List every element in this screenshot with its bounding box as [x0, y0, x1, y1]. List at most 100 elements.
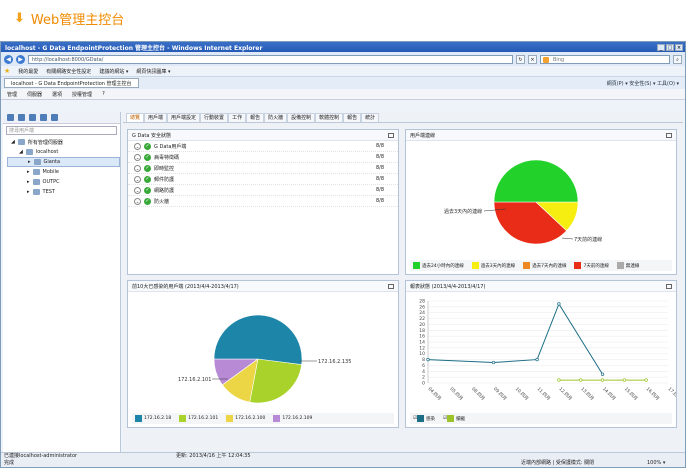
- status-row[interactable]: ⌄ ✓ 網路防護 8/8: [128, 185, 398, 196]
- x-tick-label: 10.四月: [514, 386, 530, 402]
- maximize-panel-icon[interactable]: [666, 283, 672, 289]
- maximize-panel-icon[interactable]: [666, 132, 672, 138]
- chevron-down-icon[interactable]: ⌄: [134, 197, 141, 205]
- x-tick-label: 11.四月: [536, 386, 552, 402]
- address-input[interactable]: http://localhost:8000/GData/: [28, 54, 513, 64]
- maximize-panel-icon[interactable]: [388, 283, 394, 289]
- maximize-icon[interactable]: □: [666, 43, 674, 51]
- tree-node[interactable]: ▸ OUTPC: [7, 177, 120, 187]
- legend-swatch: [179, 415, 187, 422]
- status-row[interactable]: ⌄ ✓ 即時監控 8/8: [128, 163, 398, 174]
- back-icon[interactable]: ◀: [4, 54, 13, 64]
- chevron-down-icon[interactable]: ⌄: [134, 142, 141, 150]
- data-point: [600, 378, 605, 382]
- refresh-icon[interactable]: ↻: [516, 54, 525, 64]
- status-row[interactable]: ⌄ ✓ 病毒特徵碼 8/8: [128, 152, 398, 163]
- favorites-label[interactable]: 我的最愛: [18, 68, 38, 75]
- y-tick-label: 0: [422, 381, 425, 387]
- tab-device-control[interactable]: 設備控制: [287, 113, 316, 122]
- maximize-panel-icon[interactable]: [388, 132, 394, 138]
- fav-item[interactable]: 網頁快訊圖庫 ▾: [136, 68, 170, 75]
- pie-label-101: 172.16.2.101: [178, 377, 211, 383]
- x-tick-label: 04.四月: [427, 386, 443, 402]
- legend-swatch: [574, 262, 582, 269]
- page-status: 完成: [4, 460, 15, 466]
- window-title: localhost - G Data EndpointProtection 管理…: [5, 44, 263, 52]
- pie-label-3days: 過去3天內的連線: [444, 208, 482, 215]
- menu-item[interactable]: 伺服器: [27, 91, 42, 98]
- tree-node[interactable]: ▸ TEST: [7, 187, 120, 197]
- tab-software-control[interactable]: 軟體控制: [315, 113, 344, 122]
- y-tick-label: 10: [419, 351, 425, 357]
- browser-tools[interactable]: 網頁(P) ▾ 安全性(S) ▾ 工具(O) ▾: [607, 80, 685, 87]
- delete-tool-icon[interactable]: [40, 114, 47, 121]
- infected-clients-panel: 前10大已感染的用戶端 (2013/4/4-2013/4/17) 172.16.…: [127, 280, 399, 428]
- collapse-icon[interactable]: ▸: [28, 159, 31, 165]
- fav-item[interactable]: 有關網路安全性設定: [46, 68, 91, 75]
- expand-icon[interactable]: ◢: [19, 149, 23, 155]
- zoom-level[interactable]: 100% ▾: [647, 460, 665, 467]
- minimize-icon[interactable]: _: [657, 43, 665, 51]
- collapse-icon[interactable]: ▸: [27, 179, 30, 185]
- data-point: [644, 378, 648, 382]
- menu-item[interactable]: ?: [102, 91, 105, 97]
- group-icon: [32, 189, 40, 195]
- browser-tab[interactable]: localhost - G Data EndpointProtection 管理…: [4, 78, 139, 88]
- tab-clients[interactable]: 用戶端: [144, 113, 168, 122]
- tab-firewall[interactable]: 防火牆: [264, 113, 288, 122]
- infection-legend: 172.16.2.18 172.16.2.101 172.16.2.100 17…: [132, 413, 394, 424]
- add-tool-icon[interactable]: [18, 114, 25, 121]
- chevron-down-icon[interactable]: ⌄: [134, 175, 141, 183]
- legend-item: 172.16.2.109: [273, 415, 312, 422]
- address-bar-row: ◀ ▶ http://localhost:8000/GData/ ↻ × Bin…: [1, 52, 685, 66]
- menu-item[interactable]: 授權管理: [72, 91, 92, 98]
- y-tick-label: 12: [419, 345, 425, 351]
- favorites-star-icon[interactable]: ★: [4, 67, 10, 75]
- legend-swatch: [417, 415, 425, 422]
- tree-node[interactable]: ◢ localhost: [7, 147, 120, 157]
- legend-item: 172.16.2.100: [226, 415, 265, 422]
- collapse-icon[interactable]: ▸: [27, 169, 30, 175]
- chevron-down-icon[interactable]: ⌄: [134, 164, 141, 172]
- collapse-icon[interactable]: ▸: [27, 189, 30, 195]
- tree-node[interactable]: ▸ Mobile: [7, 167, 120, 177]
- forward-icon[interactable]: ▶: [16, 54, 25, 64]
- tab-mobile[interactable]: 行動裝置: [200, 113, 229, 122]
- tab-client-settings[interactable]: 用戶端設定: [167, 113, 201, 122]
- tree-node[interactable]: ◢ 所有管理伺服器: [7, 137, 120, 147]
- data-point: [579, 378, 583, 382]
- module-tabs: 總覽 用戶端 用戶端設定 行動裝置 工作 報告 防火牆 設備控制 軟體控制 報告…: [123, 112, 683, 123]
- tab-reports-2[interactable]: 報告: [343, 113, 362, 122]
- stop-icon[interactable]: ×: [528, 54, 537, 64]
- infection-pie-chart: 172.16.2.101 172.16.2.135: [178, 314, 351, 404]
- refresh-tool-icon[interactable]: [7, 114, 14, 121]
- update-status: 更新: 2013/4/16 上午 12:04:35: [176, 453, 251, 459]
- tree-node-selected[interactable]: ▸ Gianta: [7, 157, 120, 167]
- menu-item[interactable]: 管理: [7, 91, 17, 98]
- search-input[interactable]: Bing: [540, 54, 670, 64]
- fav-item[interactable]: 建議的網站 ▾: [99, 68, 128, 75]
- status-row[interactable]: ⌄ ✓ G Data用戶端 8/8: [128, 141, 398, 152]
- menu-item[interactable]: 選項: [52, 91, 62, 98]
- tab-overview[interactable]: 總覽: [126, 113, 145, 122]
- settings-tool-icon[interactable]: [51, 114, 58, 121]
- status-row[interactable]: ⌄ ✓ 郵件防護 8/8: [128, 174, 398, 185]
- close-icon[interactable]: ×: [675, 43, 683, 51]
- connection-status: 已連接localhost-administrator: [4, 453, 78, 459]
- chevron-down-icon[interactable]: ⌄: [134, 186, 141, 194]
- x-tick-label: 16.四月: [645, 386, 661, 402]
- security-status-panel: G Data 安全狀態 ⌄ ✓ G Data用戶端 8/8 ⌄ ✓ 病毒特徵碼 8/8 ⌄ ✓…: [127, 129, 399, 275]
- y-tick-label: 8: [422, 357, 425, 363]
- client-search-input[interactable]: 搜尋用戶端: [6, 126, 117, 135]
- data-point: [491, 360, 496, 365]
- tab-jobs[interactable]: 工作: [228, 113, 247, 122]
- status-row[interactable]: ⌄ ✓ 防火牆 8/8: [128, 196, 398, 207]
- tab-reports[interactable]: 報告: [246, 113, 265, 122]
- expand-icon[interactable]: ◢: [11, 139, 15, 145]
- search-go-icon[interactable]: ⌕: [673, 54, 682, 64]
- chevron-down-icon[interactable]: ⌄: [134, 153, 141, 161]
- group-tool-icon[interactable]: [29, 114, 36, 121]
- legend-swatch: [413, 262, 420, 269]
- sidebar-toolbar: [3, 112, 120, 124]
- tab-statistics[interactable]: 統計: [361, 113, 380, 122]
